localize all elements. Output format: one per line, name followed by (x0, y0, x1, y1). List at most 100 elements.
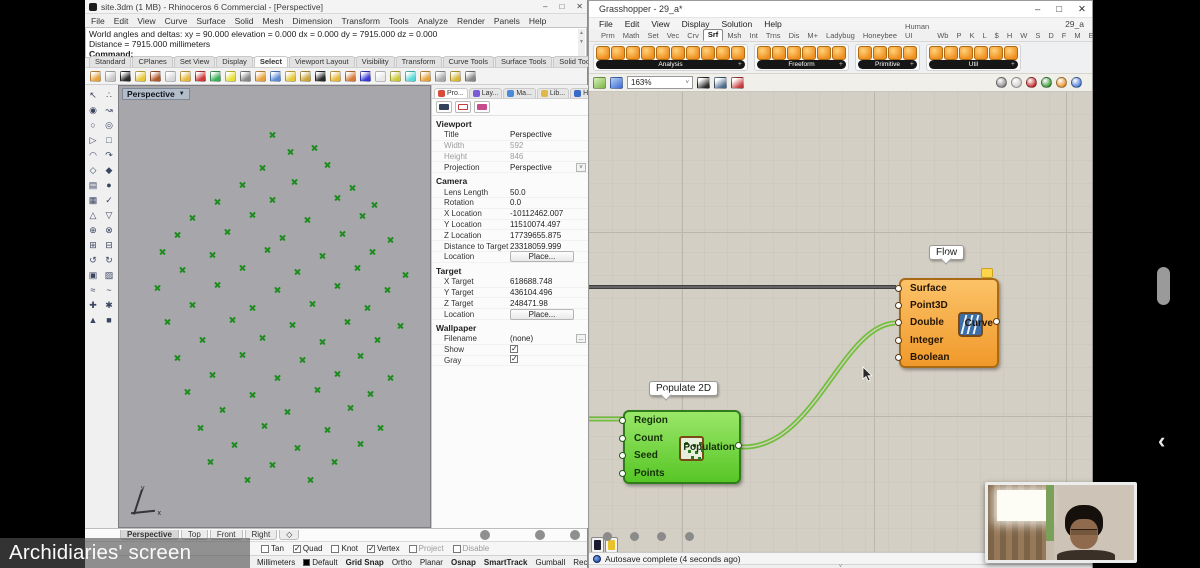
input-notch[interactable] (619, 417, 626, 424)
point-object[interactable] (339, 230, 346, 237)
point-object[interactable] (324, 161, 331, 168)
zoom-level-combobox[interactable]: 163% ˅ (627, 76, 693, 89)
point-object[interactable] (311, 144, 318, 151)
point-object[interactable] (384, 286, 391, 293)
flow-input-double[interactable]: Double (901, 315, 949, 331)
sidebar-tool-icon-19[interactable]: ⊗ (102, 223, 116, 237)
gh-tab--[interactable]: $ (991, 31, 1003, 41)
point-object[interactable] (231, 441, 238, 448)
rhino-menu-surface[interactable]: Surface (196, 16, 225, 26)
rhino-menu-view[interactable]: View (137, 16, 155, 26)
point-object[interactable] (331, 458, 338, 465)
rhino-menu-mesh[interactable]: Mesh (263, 16, 284, 26)
populate-input-seed[interactable]: Seed (625, 448, 668, 464)
checkbox[interactable] (367, 545, 375, 553)
toolbar-tab-viewport-layout[interactable]: Viewport Layout (289, 56, 355, 67)
gh-tab-vec[interactable]: Vec (663, 31, 684, 41)
component-icon[interactable] (903, 46, 917, 60)
place-button[interactable]: Place... (510, 309, 574, 320)
point-object[interactable] (334, 194, 341, 201)
sidebar-tool-icon-17[interactable]: ▽ (102, 208, 116, 222)
rhino-menu-analyze[interactable]: Analyze (418, 16, 448, 26)
sidebar-tool-icon-10[interactable]: ◇ (86, 163, 100, 177)
point-object[interactable] (259, 164, 266, 171)
point-object[interactable] (274, 286, 281, 293)
camera-icon[interactable] (436, 101, 452, 113)
gh-tab-trns[interactable]: Trns (762, 31, 785, 41)
point-object[interactable] (207, 458, 214, 465)
sidebar-tool-icon-23[interactable]: ↻ (102, 253, 116, 267)
point-object[interactable] (284, 408, 291, 415)
viewport-icon[interactable] (455, 101, 471, 113)
gh-tab-int[interactable]: Int (745, 31, 761, 41)
flow-input-point3d[interactable]: Point3D (901, 298, 949, 314)
gh-menu-help[interactable]: Help (764, 19, 781, 29)
point-object[interactable] (184, 388, 191, 395)
sidebar-tool-icon-31[interactable]: ■ (102, 313, 116, 327)
output-notch[interactable] (993, 318, 1000, 325)
property-value[interactable]: Perspective (510, 130, 576, 139)
status-record-history[interactable]: Record History (573, 558, 587, 567)
sidebar-tool-icon-16[interactable]: △ (86, 208, 100, 222)
sidebar-tool-icon-24[interactable]: ▣ (86, 268, 100, 282)
status-gumball[interactable]: Gumball (535, 558, 565, 567)
point-object[interactable] (189, 214, 196, 221)
ribbon-group-label[interactable]: Primitive+ (858, 60, 917, 69)
populate-output-population[interactable]: Population (683, 412, 735, 482)
sidebar-tool-icon-12[interactable]: ▤ (86, 178, 100, 192)
toolbar-tab-select[interactable]: Select (254, 56, 288, 67)
close-icon[interactable]: ✕ (1078, 4, 1086, 15)
component-icon[interactable] (817, 46, 831, 60)
point-object[interactable] (174, 354, 181, 361)
point-object[interactable] (304, 216, 311, 223)
rhino-menu-file[interactable]: File (91, 16, 105, 26)
checkbox[interactable] (261, 545, 269, 553)
property-value[interactable]: 248471.98 (510, 299, 576, 308)
sidebar-tool-icon-1[interactable]: ∴ (102, 88, 116, 102)
component-icon[interactable] (656, 46, 670, 60)
component-icon[interactable] (731, 46, 745, 60)
gh-menu-file[interactable]: File (599, 19, 613, 29)
point-object[interactable] (324, 426, 331, 433)
expand-icon[interactable]: + (910, 61, 914, 68)
sidebar-tool-icon-2[interactable]: ◉ (86, 103, 100, 117)
component-icon[interactable] (888, 46, 902, 60)
point-object[interactable] (164, 318, 171, 325)
point-object[interactable] (197, 424, 204, 431)
panel-tab-help[interactable]: Help (570, 88, 588, 98)
gh-tab-srf[interactable]: Srf (703, 29, 723, 41)
gh-tab-m-[interactable]: M+ (803, 31, 822, 41)
sidebar-tool-icon-15[interactable]: ✓ (102, 193, 116, 207)
grasshopper-titlebar[interactable]: Grasshopper - 29_a* – □ ✕ (589, 1, 1092, 18)
point-object[interactable] (214, 281, 221, 288)
point-object[interactable] (269, 196, 276, 203)
sidebar-tool-icon-3[interactable]: ↝ (102, 103, 116, 117)
gh-tab-set[interactable]: Set (643, 31, 662, 41)
input-notch[interactable] (895, 302, 902, 309)
ball-orange-icon[interactable] (1056, 77, 1067, 88)
rhino-menu-edit[interactable]: Edit (114, 16, 129, 26)
point-object[interactable] (269, 461, 276, 468)
populate-input-count[interactable]: Count (625, 430, 668, 446)
sidebar-tool-icon-0[interactable]: ↖ (86, 88, 100, 102)
toolbar-icon-18[interactable] (360, 71, 371, 82)
input-notch[interactable] (619, 470, 626, 477)
point-object[interactable] (229, 316, 236, 323)
osnap-vertex[interactable]: Vertex (367, 544, 400, 553)
gh-tab-k[interactable]: K (965, 31, 978, 41)
input-notch[interactable] (895, 285, 902, 292)
point-object[interactable] (291, 178, 298, 185)
component-icon[interactable] (1004, 46, 1018, 60)
sidebar-tool-icon-22[interactable]: ↺ (86, 253, 100, 267)
point-object[interactable] (294, 444, 301, 451)
point-object[interactable] (259, 334, 266, 341)
point-object[interactable] (219, 406, 226, 413)
rhino-perspective-viewport[interactable]: Perspective ▼ x y (118, 85, 431, 528)
viewport-tab-[interactable]: ◇ (279, 530, 299, 540)
sidebar-tool-icon-30[interactable]: ▲ (86, 313, 100, 327)
sidebar-tool-icon-11[interactable]: ◆ (102, 163, 116, 177)
chevron-down-icon[interactable]: ▼ (179, 91, 185, 97)
warning-tag-icon[interactable] (981, 268, 993, 278)
gh-menu-edit[interactable]: Edit (625, 19, 640, 29)
flow-output-curve[interactable]: Curve (965, 280, 993, 366)
